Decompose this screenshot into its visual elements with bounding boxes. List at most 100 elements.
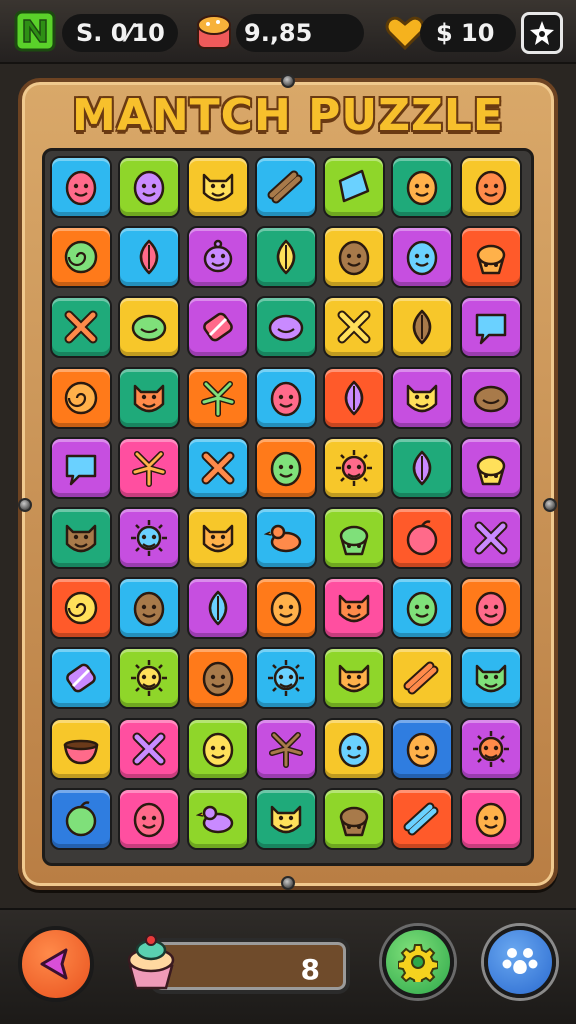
tile-r4-c7[interactable]: [459, 366, 522, 429]
tile-r5-c2[interactable]: [118, 436, 181, 499]
tile-r5-c1[interactable]: [50, 436, 112, 499]
tile-r6-c6[interactable]: [391, 506, 454, 569]
tile-r9-c6[interactable]: [391, 717, 454, 780]
face-icon: [475, 591, 507, 627]
tile-r10-c5[interactable]: [323, 787, 386, 850]
tile-r1-c2[interactable]: [118, 156, 181, 218]
tile-r10-c3[interactable]: [186, 787, 249, 850]
tile-r3-c2[interactable]: [118, 296, 181, 359]
tile-r2-c7[interactable]: [459, 226, 522, 289]
tile-r5-c3[interactable]: [186, 436, 249, 499]
tile-r6-c4[interactable]: [254, 506, 317, 569]
tile-r5-c5[interactable]: [323, 436, 386, 499]
tile-r3-c7[interactable]: [459, 296, 522, 359]
plant-icon: [268, 731, 303, 768]
tile-r4-c5[interactable]: [323, 366, 386, 429]
tile-r9-c3[interactable]: [186, 717, 249, 780]
tile-r2-c4[interactable]: [254, 226, 317, 289]
tile-r4-c6[interactable]: [391, 366, 454, 429]
leaf-icon: [413, 450, 432, 485]
tile-r8-c4[interactable]: [254, 647, 317, 710]
face-icon: [270, 451, 302, 486]
tile-r7-c4[interactable]: [254, 577, 317, 640]
face-icon: [65, 170, 97, 206]
tile-r2-c6[interactable]: [391, 226, 454, 289]
tile-r6-c7[interactable]: [459, 506, 522, 569]
gear-button[interactable]: [382, 926, 454, 998]
tile-r9-c7[interactable]: [459, 717, 522, 780]
face-icon: [202, 662, 233, 697]
tile-r1-c6[interactable]: [391, 156, 454, 218]
tile-r7-c7[interactable]: [459, 577, 522, 640]
tile-r6-c5[interactable]: [323, 506, 386, 569]
cross-icon: [474, 521, 508, 555]
tile-r8-c7[interactable]: [459, 647, 522, 710]
tile-r9-c4[interactable]: [254, 717, 317, 780]
bone-icon: [267, 170, 303, 204]
tile-r9-c2[interactable]: [118, 717, 181, 780]
cupcake-icon: [339, 525, 369, 556]
back-arrow-icon: [40, 948, 68, 980]
tile-r4-c3[interactable]: [186, 366, 249, 429]
tile-r7-c3[interactable]: [186, 577, 249, 640]
tile-r1-c4[interactable]: [254, 156, 317, 218]
tile-r2-c3[interactable]: [186, 226, 249, 289]
tile-r3-c3[interactable]: [186, 296, 249, 359]
tile-r1-c7[interactable]: [459, 156, 522, 218]
leaf-icon: [140, 239, 159, 275]
tile-r1-c3[interactable]: [186, 156, 249, 218]
cat-icon: [338, 594, 370, 623]
blob-icon: [473, 385, 509, 412]
face-icon: [134, 802, 165, 837]
tile-r5-c4[interactable]: [254, 436, 317, 499]
tile-r7-c1[interactable]: [50, 577, 112, 640]
paw-button[interactable]: [484, 926, 556, 998]
tile-r10-c2[interactable]: [118, 787, 181, 850]
face-icon: [475, 802, 507, 837]
tile-r1-c5[interactable]: [323, 156, 386, 218]
tile-r6-c3[interactable]: [186, 506, 249, 569]
tile-r8-c3[interactable]: [186, 647, 249, 710]
tile-r10-c4[interactable]: [254, 787, 317, 850]
tile-r9-c5[interactable]: [323, 717, 386, 780]
tile-r3-c5[interactable]: [323, 296, 386, 359]
cross-icon: [64, 310, 98, 344]
tile-r4-c4[interactable]: [254, 366, 317, 429]
cup-icon: [338, 169, 370, 203]
tile-r10-c1[interactable]: [50, 787, 112, 850]
tile-r2-c2[interactable]: [118, 226, 181, 289]
tile-r9-c1[interactable]: [50, 717, 112, 780]
tile-r7-c6[interactable]: [391, 577, 454, 640]
tile-r2-c5[interactable]: [323, 226, 386, 289]
tile-r3-c1[interactable]: [50, 296, 112, 359]
cat-icon: [270, 805, 302, 833]
back-button[interactable]: [18, 926, 94, 1002]
blob-icon: [268, 315, 304, 342]
bubble-icon: [475, 314, 507, 345]
blob-icon: [132, 315, 167, 342]
tile-r8-c6[interactable]: [391, 647, 454, 710]
tile-r8-c5[interactable]: [323, 647, 386, 710]
face-icon: [338, 732, 370, 767]
tile-r4-c1[interactable]: [50, 366, 112, 429]
swirl-icon: [64, 381, 98, 414]
tile-r10-c6[interactable]: [391, 787, 454, 850]
tile-r10-c7[interactable]: [459, 787, 522, 850]
tile-r7-c5[interactable]: [323, 577, 386, 640]
cat-icon: [475, 665, 507, 693]
candy-icon: [194, 12, 234, 56]
tile-r6-c1[interactable]: [50, 506, 112, 569]
tile-r4-c2[interactable]: [118, 366, 181, 429]
tile-r7-c2[interactable]: [118, 577, 181, 640]
tile-r3-c6[interactable]: [391, 296, 454, 359]
tile-r5-c6[interactable]: [391, 436, 454, 499]
tile-r5-c7[interactable]: [459, 436, 522, 499]
leaf-icon: [344, 380, 364, 415]
star-settings-button[interactable]: [521, 12, 563, 54]
tile-r8-c1[interactable]: [50, 647, 112, 710]
tile-r2-c1[interactable]: [50, 226, 112, 289]
tile-r1-c1[interactable]: [50, 156, 112, 218]
tile-r8-c2[interactable]: [118, 647, 181, 710]
tile-r6-c2[interactable]: [118, 506, 181, 569]
tile-r3-c4[interactable]: [254, 296, 317, 359]
